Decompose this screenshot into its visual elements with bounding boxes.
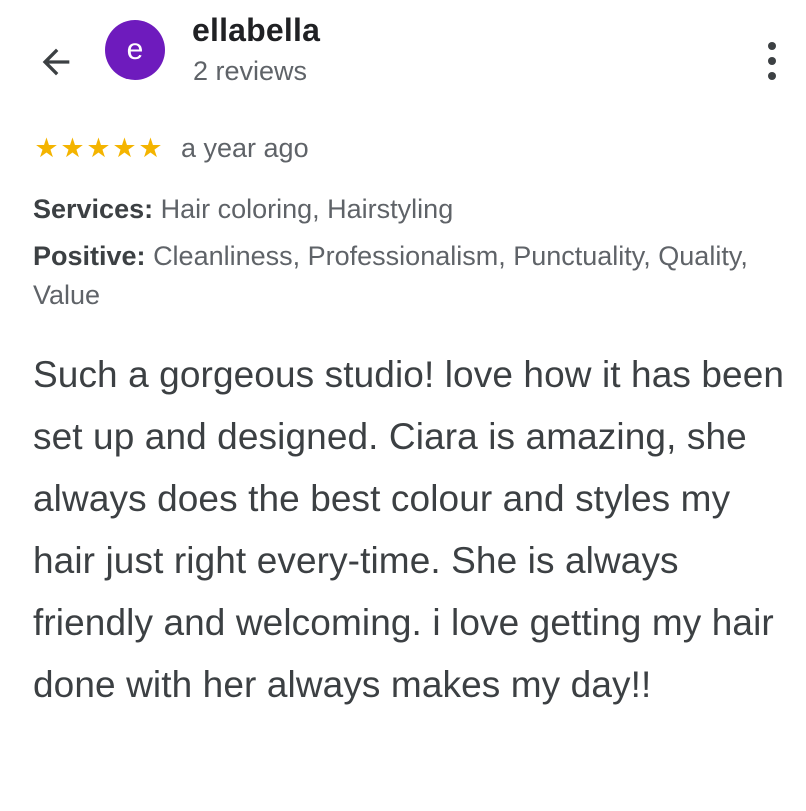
rating-row: ★ ★ ★ ★ ★ a year ago [33, 128, 309, 168]
review-header: e ellabella 2 reviews [0, 0, 806, 120]
positive-attribute: Positive: Cleanliness, Professionalism, … [33, 237, 783, 315]
services-attribute: Services: Hair coloring, Hairstyling [33, 190, 783, 229]
star-rating: ★ ★ ★ ★ ★ [33, 133, 163, 164]
services-value: Hair coloring, Hairstyling [160, 194, 454, 224]
services-label: Services: [33, 194, 154, 224]
positive-label: Positive: [33, 241, 146, 271]
star-icon: ★ [34, 132, 58, 163]
avatar-letter: e [126, 33, 144, 66]
more-vert-icon [768, 42, 776, 50]
star-icon: ★ [112, 132, 136, 163]
star-icon: ★ [86, 132, 110, 163]
arrow-left-icon [42, 48, 70, 76]
review-time: a year ago [181, 132, 309, 163]
review-text: Such a gorgeous studio! love how it has … [33, 354, 785, 705]
more-vert-icon-dot [768, 72, 776, 80]
back-button[interactable] [34, 40, 78, 84]
star-icon: ★ [60, 132, 84, 163]
avatar[interactable]: e [105, 20, 165, 80]
reviewer-name[interactable]: ellabella [192, 12, 320, 49]
more-options-button[interactable] [752, 38, 792, 84]
review-count: 2 reviews [193, 56, 308, 86]
more-vert-icon-dot [768, 57, 776, 65]
star-icon: ★ [138, 132, 162, 163]
